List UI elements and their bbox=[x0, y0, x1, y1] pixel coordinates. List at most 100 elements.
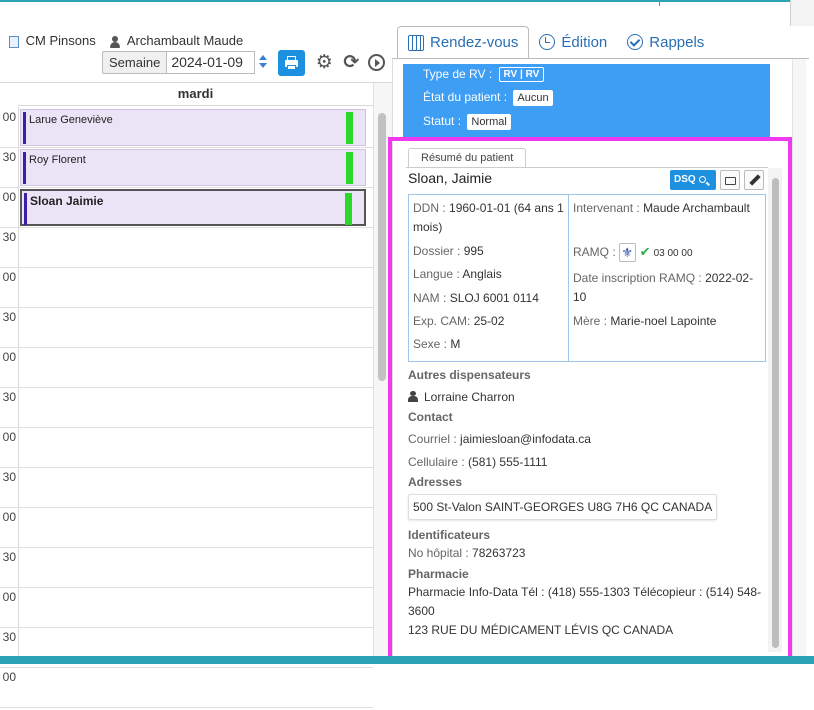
tab-rendez-vous[interactable]: Rendez-vous bbox=[397, 26, 530, 58]
email-label: Courriel : bbox=[408, 432, 457, 446]
address-card[interactable]: 500 St-Valon SAINT-GEORGES U8G 7H6 QC CA… bbox=[408, 494, 718, 520]
tab-edition[interactable]: Édition bbox=[529, 26, 617, 58]
appointment-name: Larue Geneviève bbox=[29, 114, 113, 126]
section-title: Autres dispensateurs bbox=[408, 368, 531, 382]
panel-scrollbar[interactable] bbox=[792, 59, 806, 656]
status-value[interactable]: Normal bbox=[467, 114, 511, 130]
slot-line bbox=[0, 547, 373, 548]
appointment-block[interactable]: Larue Geneviève bbox=[20, 109, 366, 146]
section-pharmacy: Pharmacie Pharmacie Info-Data Tél : (418… bbox=[408, 567, 766, 640]
tab-label: Rendez-vous bbox=[430, 34, 519, 51]
mother-label: Mère : bbox=[573, 314, 608, 328]
ddn-label: DDN : bbox=[413, 201, 446, 215]
cam-expiry-value: 25-02 bbox=[473, 314, 505, 328]
top-separator bbox=[659, 0, 660, 6]
provider-name: Lorraine Charron bbox=[424, 390, 515, 404]
rv-type-value[interactable]: RV | RV bbox=[498, 67, 545, 83]
sexe-label: Sexe : bbox=[413, 337, 448, 351]
slot-line bbox=[0, 147, 373, 148]
section-title: Pharmacie bbox=[408, 567, 469, 581]
day-calendar: mardi 00 30 00 30 00 30 00 30 00 30 00 30 00 30 00 Lar… bbox=[0, 82, 392, 708]
time-label: 30 bbox=[2, 630, 16, 644]
hospital-number-value: 78263723 bbox=[472, 546, 526, 560]
week-view-button[interactable]: Semaine bbox=[102, 51, 168, 74]
appointment-block[interactable]: Roy Florent bbox=[20, 149, 366, 186]
appointment-block-selected[interactable]: Sloan Jaimie bbox=[20, 189, 366, 226]
sexe-value: M bbox=[450, 337, 461, 351]
appointment-name: Sloan Jaimie bbox=[30, 194, 104, 208]
confirmed-indicator bbox=[346, 152, 353, 184]
clock-icon bbox=[539, 34, 556, 50]
time-label: 00 bbox=[2, 670, 16, 684]
langue-value: Anglais bbox=[462, 267, 502, 281]
slot-line bbox=[0, 267, 373, 268]
nam-label: NAM : bbox=[413, 291, 447, 305]
patient-state-value[interactable]: Aucun bbox=[513, 90, 553, 106]
appointment-name: Roy Florent bbox=[29, 154, 86, 166]
slot-line bbox=[0, 627, 373, 628]
fleur-de-lis-icon[interactable]: ⚜ bbox=[618, 243, 636, 263]
mobile-label: Cellulaire : bbox=[408, 455, 465, 469]
print-button[interactable] bbox=[278, 49, 306, 76]
calendar-pane: CM Pinsons Archambault Maude Semaine 202… bbox=[0, 26, 392, 708]
intervenant-value: Maude Archambault bbox=[643, 201, 750, 215]
time-label: 00 bbox=[2, 110, 16, 124]
time-label: 30 bbox=[2, 310, 16, 324]
check-icon: ✔ bbox=[639, 244, 651, 259]
arrow-right-circle-icon[interactable] bbox=[368, 54, 386, 71]
dsq-label: DSQ bbox=[674, 174, 696, 185]
slot-line bbox=[0, 387, 373, 388]
day-header: mardi bbox=[18, 83, 373, 106]
scrollbar-thumb[interactable] bbox=[378, 113, 386, 381]
refresh-icon[interactable]: ⟳ bbox=[341, 50, 361, 76]
section-identifiers: Identificateurs No hôpital : 78263723 bbox=[408, 528, 766, 563]
folder-button[interactable] bbox=[720, 170, 740, 190]
scrollbar-thumb[interactable] bbox=[772, 178, 779, 648]
summary-scrollbar[interactable] bbox=[768, 168, 782, 652]
cam-expiry-label: Exp. CAM: bbox=[413, 314, 471, 328]
tab-label: Édition bbox=[561, 33, 608, 51]
slot-line bbox=[0, 467, 373, 468]
ramq-number: 03 00 00 bbox=[653, 248, 693, 259]
user-icon bbox=[408, 391, 418, 402]
clinic-icon bbox=[9, 35, 19, 48]
calendar-scrollbar[interactable] bbox=[373, 83, 392, 657]
email-value[interactable]: jaimiesloan@infodata.ca bbox=[460, 432, 591, 446]
patient-state-label: État du patient : bbox=[423, 90, 508, 105]
time-label: 30 bbox=[2, 390, 16, 404]
tab-label: Rappels bbox=[649, 33, 705, 51]
edit-button[interactable] bbox=[744, 170, 764, 190]
dsq-search-button[interactable]: DSQ bbox=[670, 170, 716, 190]
confirmed-indicator bbox=[345, 193, 352, 225]
time-label: 00 bbox=[2, 590, 16, 604]
section-title: Adresses bbox=[408, 475, 463, 489]
tab-patient-summary[interactable]: Résumé du patient bbox=[408, 148, 527, 168]
gear-icon[interactable]: ⚙ bbox=[314, 50, 334, 76]
slot-line bbox=[0, 667, 373, 668]
langue-label: Langue : bbox=[413, 267, 460, 281]
top-accent-line bbox=[0, 0, 790, 2]
rv-type-label: Type de RV : bbox=[423, 67, 493, 81]
location-bar: CM Pinsons Archambault Maude bbox=[9, 33, 243, 48]
pencil-icon bbox=[749, 174, 761, 186]
time-label: 00 bbox=[2, 190, 16, 204]
time-label: 00 bbox=[2, 430, 16, 444]
slot-line bbox=[0, 587, 373, 588]
ramq-label: RAMQ : bbox=[573, 245, 616, 259]
slot-line bbox=[0, 427, 373, 428]
status-label: Statut : bbox=[423, 114, 462, 129]
appointment-details: Type de RV : RV | RV État du patient : A… bbox=[403, 64, 770, 140]
slot-line bbox=[0, 507, 373, 508]
time-label: 30 bbox=[2, 550, 16, 564]
practitioner-name: Archambault Maude bbox=[126, 33, 244, 48]
date-spinner-icon[interactable] bbox=[258, 51, 268, 74]
date-input[interactable]: 2024-01-09 bbox=[167, 51, 256, 74]
mother-value: Marie-noel Lapointe bbox=[610, 314, 717, 328]
patient-info-grid: DDN : 1960-01-01 (64 ans 1 mois) Dossier… bbox=[408, 194, 766, 362]
user-icon bbox=[109, 35, 121, 48]
calendar-icon bbox=[408, 34, 424, 51]
search-icon bbox=[698, 175, 706, 183]
clinic-name: CM Pinsons bbox=[25, 33, 96, 48]
tab-rappels[interactable]: Rappels bbox=[617, 26, 714, 58]
hospital-number-label: No hôpital : bbox=[408, 546, 469, 560]
